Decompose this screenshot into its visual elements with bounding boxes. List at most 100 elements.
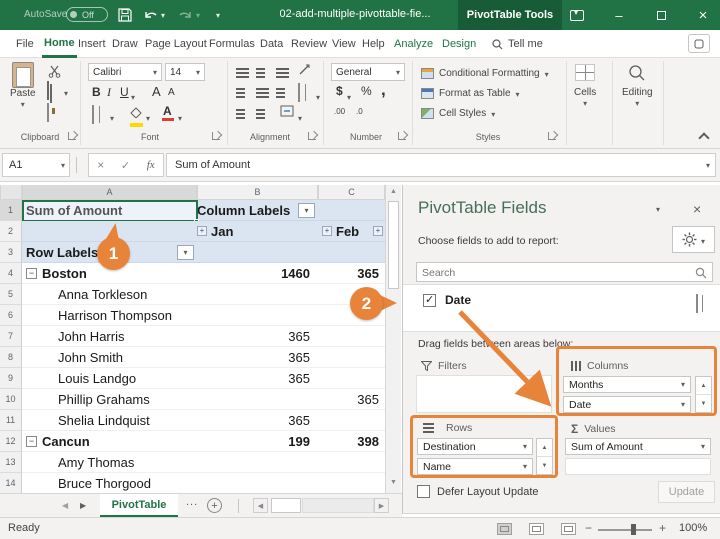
alignment-dialog-launcher[interactable]: [308, 132, 316, 140]
format-as-table-dropdown-icon[interactable]: [516, 84, 520, 102]
name-box-dropdown-icon[interactable]: [61, 159, 65, 171]
cut-button[interactable]: [48, 65, 61, 83]
cell-b9[interactable]: 365: [197, 368, 318, 389]
cell-b11[interactable]: 365: [197, 410, 318, 431]
align-left-button[interactable]: [236, 85, 249, 103]
search-input[interactable]: [422, 265, 692, 280]
number-dialog-launcher[interactable]: [398, 132, 406, 140]
normal-view-button[interactable]: [497, 523, 512, 535]
percent-button[interactable]: %: [361, 84, 372, 98]
close-button[interactable]: ×: [686, 0, 720, 30]
undo-dropdown-icon[interactable]: [158, 5, 168, 25]
italic-button[interactable]: I: [107, 85, 111, 100]
row-number[interactable]: 10: [0, 389, 22, 410]
undo-button[interactable]: [140, 5, 160, 25]
row-number[interactable]: 9: [0, 368, 22, 389]
row-number[interactable]: 8: [0, 347, 22, 368]
row-number[interactable]: 13: [0, 452, 22, 473]
select-all-corner[interactable]: [0, 185, 22, 200]
cell-c8[interactable]: [318, 347, 385, 368]
decrease-decimal-button[interactable]: .0: [356, 107, 363, 116]
underline-button[interactable]: U: [120, 85, 129, 99]
merge-center-button[interactable]: [280, 104, 294, 122]
pane-close-icon[interactable]: ×: [693, 201, 701, 217]
cell-b4[interactable]: 1460: [197, 263, 318, 284]
columns-field-date[interactable]: Date: [563, 396, 691, 413]
zoom-level[interactable]: 100%: [679, 522, 707, 534]
vertical-scroll-thumb[interactable]: [388, 201, 399, 289]
cell-c12[interactable]: 398: [318, 431, 385, 452]
cell-c13[interactable]: [318, 452, 385, 473]
merge-center-dropdown-icon[interactable]: [298, 108, 302, 126]
vertical-scrollbar[interactable]: ▲ ▼: [385, 185, 401, 493]
cell-a9[interactable]: Louis Landgo: [22, 368, 197, 389]
shrink-font-button[interactable]: A: [168, 87, 175, 98]
page-break-view-button[interactable]: [561, 523, 576, 535]
cell-b13[interactable]: [197, 452, 318, 473]
underline-dropdown-icon[interactable]: [131, 87, 135, 105]
spin-up-icon[interactable]: ▲: [537, 439, 552, 457]
cell-c14[interactable]: [318, 473, 385, 493]
cell-b3[interactable]: [197, 242, 318, 263]
customize-qat-icon[interactable]: [212, 5, 224, 25]
prev-sheet-icon[interactable]: ◀: [62, 501, 68, 510]
pane-options-icon[interactable]: [656, 201, 660, 215]
spin-up-icon[interactable]: ▲: [696, 377, 711, 395]
redo-dropdown-icon[interactable]: [193, 5, 203, 25]
align-right-button[interactable]: [276, 85, 289, 103]
defer-layout-checkbox[interactable]: [417, 485, 430, 498]
increase-decimal-button[interactable]: .00: [334, 107, 345, 116]
cell-a8[interactable]: John Smith: [22, 347, 197, 368]
row-number[interactable]: 6: [0, 305, 22, 326]
maximize-button[interactable]: [644, 0, 678, 30]
expand-group-icon[interactable]: +: [373, 226, 383, 236]
cell-a13[interactable]: Amy Thomas: [22, 452, 197, 473]
expand-formula-bar-icon[interactable]: [706, 159, 710, 171]
tell-me-box[interactable]: Tell me: [492, 30, 543, 58]
date-checkbox[interactable]: [423, 293, 436, 307]
hscroll-left-icon[interactable]: ◀: [253, 498, 268, 513]
autosave-toggle[interactable]: Off: [66, 7, 108, 22]
fill-color-button[interactable]: [130, 105, 143, 127]
row-number[interactable]: 12: [0, 431, 22, 452]
column-header-c[interactable]: C: [318, 185, 385, 200]
row-number[interactable]: 11: [0, 410, 22, 431]
increase-indent-button[interactable]: [256, 106, 269, 124]
column-header-b[interactable]: B: [197, 185, 318, 200]
comma-button[interactable]: ,: [381, 80, 386, 100]
align-middle-button[interactable]: [256, 65, 269, 83]
page-layout-view-button[interactable]: [529, 523, 544, 535]
cell-c11[interactable]: [318, 410, 385, 431]
font-name-select[interactable]: Calibri: [88, 63, 162, 81]
cells-dropdown-icon[interactable]: [583, 98, 587, 109]
scroll-up-icon[interactable]: ▲: [390, 188, 397, 195]
values-empty-slot[interactable]: [565, 458, 711, 475]
more-sheets-button[interactable]: ...: [186, 496, 198, 508]
minimize-button[interactable]: –: [602, 0, 636, 30]
expand-group-icon[interactable]: +: [322, 226, 332, 236]
next-sheet-icon[interactable]: ▶: [80, 501, 86, 510]
cell-a14[interactable]: Bruce Thorgood: [22, 473, 197, 493]
decrease-indent-button[interactable]: [236, 106, 249, 124]
cell-a10[interactable]: Phillip Grahams: [22, 389, 197, 410]
expand-group-icon[interactable]: +: [197, 226, 207, 236]
tab-view[interactable]: View: [330, 30, 358, 58]
number-format-select[interactable]: General: [331, 63, 405, 81]
conditional-formatting-dropdown-icon[interactable]: [545, 64, 549, 82]
currency-dropdown-icon[interactable]: [347, 87, 351, 105]
row-number[interactable]: 14: [0, 473, 22, 493]
horizontal-scroll-track[interactable]: [302, 498, 374, 513]
confirm-entry-icon[interactable]: ✓: [121, 159, 130, 172]
editing-dropdown-icon[interactable]: [635, 98, 639, 109]
tab-review[interactable]: Review: [289, 30, 329, 58]
cell-c3[interactable]: [318, 242, 385, 263]
tab-draw[interactable]: Draw: [110, 30, 140, 58]
collapse-group-icon[interactable]: −: [26, 267, 37, 279]
ribbon-display-options-button[interactable]: [560, 0, 594, 30]
formula-input[interactable]: Sum of Amount: [166, 153, 716, 177]
cell-b7[interactable]: 365: [197, 326, 318, 347]
font-dialog-launcher[interactable]: [212, 132, 220, 140]
cell-b2[interactable]: + Jan: [197, 221, 318, 242]
borders-button[interactable]: [92, 105, 94, 124]
redo-button[interactable]: [175, 5, 195, 25]
